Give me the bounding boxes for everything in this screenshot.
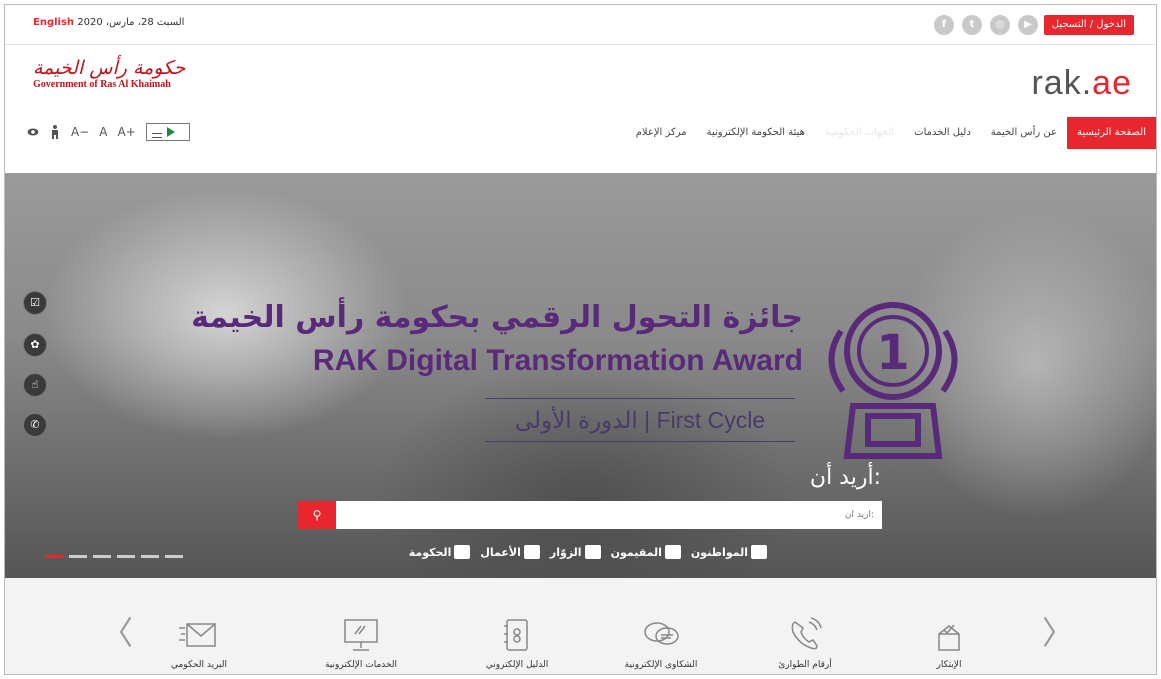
language-switch[interactable]: English: [33, 17, 74, 28]
service-label: البريد الحكومي: [170, 660, 227, 670]
award-cycle: الدورة الأولى | First Cycle: [485, 398, 795, 442]
service-government-mail[interactable]: البريد الحكومي: [139, 616, 259, 670]
rak-ae-logo[interactable]: rak.ae: [1031, 65, 1132, 101]
read-aloud-play-button[interactable]: [145, 123, 190, 141]
main-nav: الصفحة الرئيسية عن رأس الخيمة دليل الخدم…: [626, 117, 1156, 149]
text-lines-icon: [151, 133, 162, 138]
accessibility-tools: A− A A+: [27, 123, 190, 141]
slide-dot[interactable]: [165, 555, 183, 558]
slide-dot[interactable]: [93, 555, 111, 558]
business-icon: [523, 545, 540, 559]
innovation-icon: [938, 624, 960, 651]
slide-dot[interactable]: [117, 555, 135, 558]
emergency-phone-icon: [791, 617, 822, 650]
eservices-icon: [344, 619, 378, 651]
mail-icon: [179, 623, 216, 647]
browser-viewport: English السبت 28، مارس، 2020 الدخول / ال…: [4, 4, 1157, 675]
residents-icon: [664, 545, 681, 559]
top-bar: English السبت 28، مارس، 2020 الدخول / ال…: [5, 5, 1156, 45]
audience-label: المواطنون: [690, 545, 748, 559]
service-e-directory[interactable]: الدليل الإلكتروني: [457, 616, 577, 670]
audience-business[interactable]: الأعمال: [480, 545, 540, 559]
search-icon: ⚲: [312, 508, 322, 522]
slide-dot[interactable]: [69, 555, 87, 558]
audience-visitors[interactable]: الزوّار: [550, 545, 601, 559]
i-want-to-label: أريد أن:: [809, 465, 881, 490]
service-label: أرقام الطوارئ: [778, 660, 832, 670]
current-date: السبت 28، مارس، 2020: [77, 17, 185, 28]
youtube-icon[interactable]: ▶: [1018, 15, 1038, 35]
service-e-services[interactable]: الخدمات الإلكترونية: [301, 616, 421, 670]
login-register-button[interactable]: الدخول / التسجيل: [1043, 15, 1134, 35]
audience-residents[interactable]: المقيمون: [611, 545, 681, 559]
audience-label: المقيمون: [610, 545, 662, 559]
government-logo[interactable]: حكومة رأس الخيمة Government of Ras Al Kh…: [33, 57, 203, 90]
eye-icon[interactable]: [27, 126, 39, 138]
date-bar: English السبت 28، مارس، 2020: [33, 17, 184, 28]
play-icon: [166, 127, 175, 137]
service-label: الإبتكار: [936, 660, 962, 670]
gov-logo-arabic: حكومة رأس الخيمة: [33, 57, 186, 79]
font-increase-button[interactable]: A+: [117, 125, 135, 139]
nav-media-center[interactable]: مركز الإعلام: [626, 117, 697, 149]
slide-dot[interactable]: [141, 555, 159, 558]
visitors-icon: [584, 545, 601, 559]
audience-label: الحكومة: [408, 545, 452, 559]
nav-home[interactable]: الصفحة الرئيسية: [1067, 117, 1156, 149]
award-medal-icon: 1: [828, 302, 958, 459]
service-label: الدليل الإلكتروني: [485, 660, 549, 670]
font-decrease-button[interactable]: A−: [71, 125, 89, 139]
audience-label: الزوّار: [549, 545, 582, 559]
slider-dots: [45, 555, 183, 558]
award-title-arabic: جائزة التحول الرقمي بحكومة رأس الخيمة: [191, 300, 803, 335]
facebook-icon[interactable]: f: [934, 15, 954, 35]
government-icon: [454, 545, 471, 559]
nav-about-rak[interactable]: عن رأس الخيمة: [981, 117, 1067, 149]
chevron-left-icon[interactable]: 〈: [101, 608, 133, 654]
audience-label: الأعمال: [480, 545, 521, 559]
logo-ae: ae: [1092, 64, 1132, 102]
audience-government[interactable]: الحكومة: [409, 545, 471, 559]
quick-services: 〉 〈 الإبتكار أرقام الطوارئ الشكاوى الإلك…: [5, 578, 1156, 674]
search-input[interactable]: [336, 501, 882, 529]
audience-citizens[interactable]: المواطنون: [691, 545, 767, 559]
service-label: الشكاوى الإلكترونية: [624, 660, 698, 670]
accessibility-person-icon[interactable]: [49, 125, 61, 139]
slide-dot[interactable]: [45, 555, 63, 558]
service-innovation[interactable]: الإبتكار: [889, 616, 1009, 670]
medal-number: 1: [876, 325, 909, 381]
instagram-icon[interactable]: ◎: [990, 15, 1010, 35]
service-emergency-numbers[interactable]: أرقام الطوارئ: [745, 616, 865, 670]
audience-links: المواطنون المقيمون الزوّار الأعمال الحكو…: [387, 545, 767, 559]
twitter-icon[interactable]: t: [962, 15, 982, 35]
nav-services-guide[interactable]: دليل الخدمات: [904, 117, 981, 149]
font-normal-button[interactable]: A: [99, 125, 107, 139]
nav-government-entities[interactable]: الجهات الحكومية: [815, 117, 904, 149]
hero-banner: ☑ ✿ ☝ ✆ جائزة التحول الرقمي بحكومة رأس ا…: [5, 173, 1156, 578]
citizens-icon: [751, 545, 767, 559]
award-title-english: RAK Digital Transformation Award: [312, 344, 803, 377]
call-icon[interactable]: ✆: [23, 413, 47, 437]
service-e-complaints[interactable]: الشكاوى الإلكترونية: [601, 616, 721, 670]
directory-icon: [504, 619, 528, 651]
gov-logo-english: Government of Ras Al Khaimah: [33, 79, 171, 90]
complaints-icon: [644, 622, 679, 645]
chevron-right-icon[interactable]: 〉: [1042, 608, 1074, 654]
nav-egov-authority[interactable]: هيئة الحكومة الإلكترونية: [697, 117, 815, 149]
logo-rak: rak.: [1031, 64, 1093, 102]
service-label: الخدمات الإلكترونية: [324, 660, 398, 670]
search-button[interactable]: ⚲: [298, 501, 336, 529]
